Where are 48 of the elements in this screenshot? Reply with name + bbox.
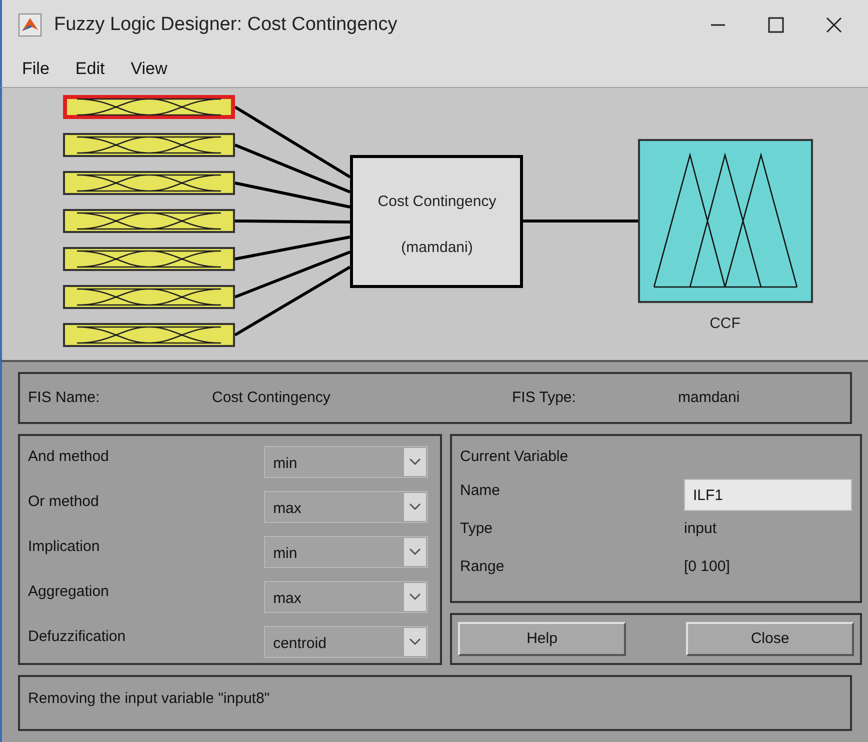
- input-variable-node[interactable]: [63, 247, 235, 271]
- output-variable-node[interactable]: [638, 139, 813, 303]
- method-dropdown[interactable]: centroid: [264, 626, 428, 658]
- method-dropdown[interactable]: min: [264, 446, 428, 478]
- menu-item[interactable]: View: [130, 56, 168, 82]
- close-icon[interactable]: [824, 15, 844, 35]
- method-label: Or method: [28, 492, 100, 512]
- method-dropdown[interactable]: max: [264, 581, 428, 613]
- input-variable-node[interactable]: [63, 209, 235, 233]
- input-variable-node[interactable]: [63, 285, 235, 309]
- menu-item[interactable]: File: [22, 56, 50, 82]
- chevron-down-icon: [409, 638, 421, 646]
- name-field[interactable]: ILF1: [684, 479, 852, 511]
- menu-item[interactable]: Edit: [75, 56, 105, 82]
- method-label: Implication: [28, 537, 101, 557]
- method-dropdown[interactable]: max: [264, 491, 428, 523]
- fis-name-value: Cost Contingency: [212, 388, 332, 408]
- method-dropdown[interactable]: min: [264, 536, 428, 568]
- status-message: Removing the input variable "input8": [28, 690, 270, 707]
- method-label: Defuzzification: [28, 627, 127, 647]
- input-variable-node[interactable]: [63, 171, 235, 195]
- method-label: Aggregation: [28, 582, 110, 602]
- fis-name-label: FIS Name:: [28, 388, 101, 408]
- method-label: And method: [28, 447, 110, 467]
- range-value: [0 100]: [684, 556, 730, 577]
- panel-title: Current Variable: [460, 447, 570, 467]
- chevron-down-icon: [409, 548, 421, 556]
- type-value: input: [684, 518, 717, 539]
- app-logo-icon: [18, 13, 42, 37]
- dialog-button[interactable]: Close: [686, 622, 854, 656]
- dialog-button[interactable]: Help: [458, 622, 626, 656]
- system-type: (mamdani): [401, 239, 473, 256]
- maximize-icon[interactable]: [766, 15, 786, 35]
- window-title: Fuzzy Logic Designer: Cost Contingency: [54, 12, 398, 37]
- input-variable-node[interactable]: [63, 133, 235, 157]
- chevron-down-icon: [409, 593, 421, 601]
- fis-type-value: mamdani: [678, 388, 740, 408]
- chevron-down-icon: [409, 458, 421, 466]
- input-variable-node[interactable]: [63, 323, 235, 347]
- name-label: Name: [460, 480, 502, 501]
- input-variable-node[interactable]: [63, 95, 235, 119]
- range-label: Range: [460, 556, 506, 577]
- type-label: Type: [460, 518, 494, 539]
- system-node[interactable]: [350, 155, 523, 288]
- chevron-down-icon: [409, 503, 421, 511]
- fis-type-label: FIS Type:: [512, 388, 577, 408]
- output-name: CCF: [710, 315, 740, 332]
- system-name: Cost Contingency: [378, 193, 496, 210]
